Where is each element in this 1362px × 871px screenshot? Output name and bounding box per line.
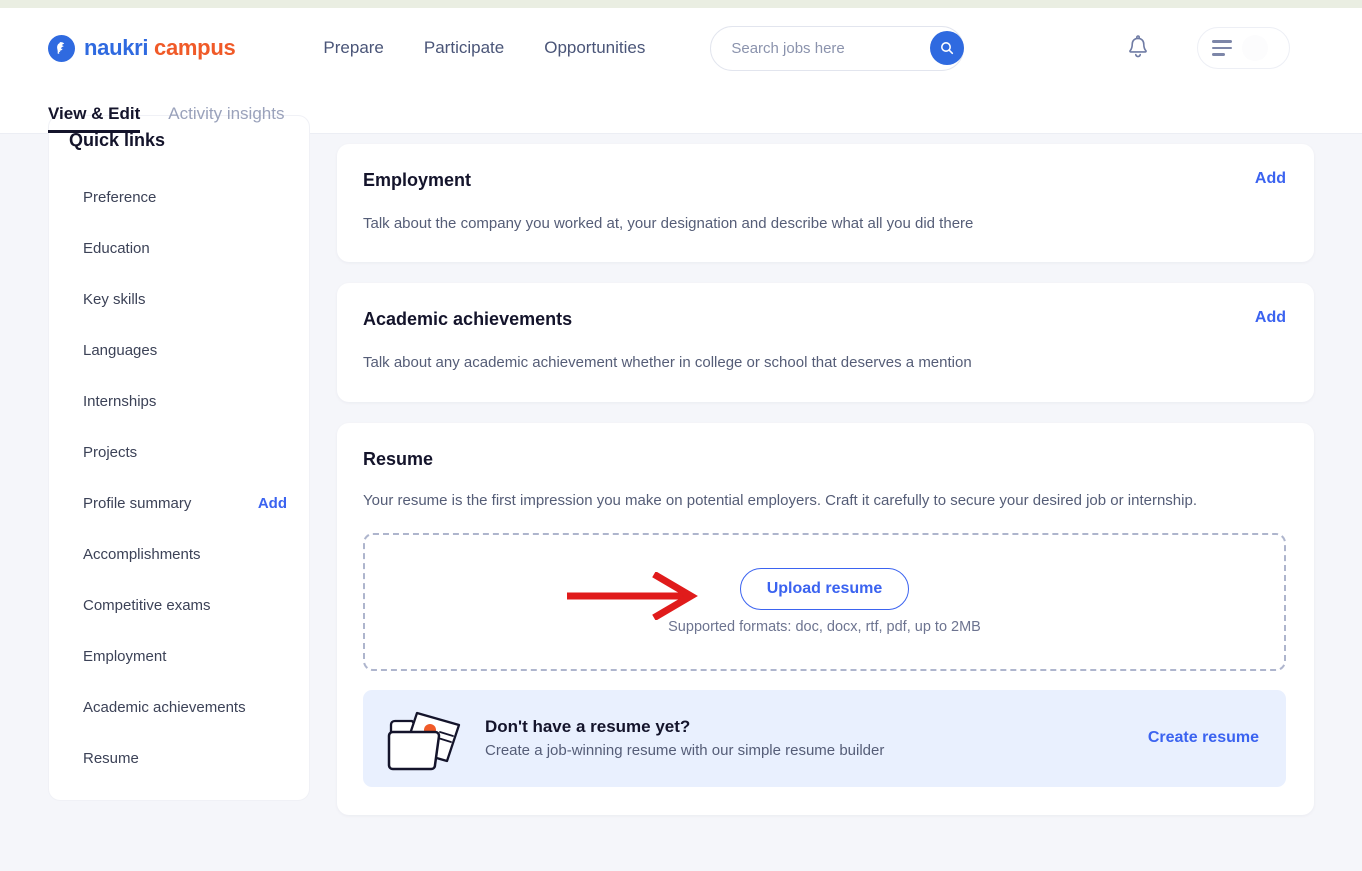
search-icon	[941, 42, 954, 55]
resume-builder-promo: Don't have a resume yet? Create a job-wi…	[363, 689, 1286, 787]
sidebar-item-internships[interactable]: Internships	[49, 376, 309, 427]
card-header: Academic achievements Add	[363, 309, 1286, 330]
sidebar-item-projects[interactable]: Projects	[49, 427, 309, 478]
sidebar-item-languages[interactable]: Languages	[49, 325, 309, 376]
nav-item-opportunities[interactable]: Opportunities	[544, 38, 645, 58]
site-header: naukri campus Prepare Participate Opport…	[0, 8, 1362, 88]
sidebar-item-label: Internships	[83, 393, 157, 410]
card-title: Academic achievements	[363, 309, 573, 330]
brand-logo[interactable]: naukri campus	[48, 34, 236, 62]
sidebar-item-label: Competitive exams	[83, 597, 211, 614]
sidebar-item-academic-achievements[interactable]: Academic achievements	[49, 682, 309, 733]
brand-name: naukri campus	[84, 35, 236, 61]
sidebar-item-accomplishments[interactable]: Accomplishments	[49, 529, 309, 580]
hamburger-icon	[1212, 40, 1232, 56]
sidebar-title: Quick links	[69, 130, 166, 150]
sidebar-item-resume[interactable]: Resume	[49, 733, 309, 784]
folder-document-icon	[387, 712, 461, 771]
card-description: Your resume is the first impression you …	[363, 491, 1197, 509]
nav-item-prepare[interactable]: Prepare	[323, 38, 383, 58]
promo-text-block: Don't have a resume yet? Create a job-wi…	[485, 717, 884, 759]
search-input[interactable]	[731, 39, 931, 57]
sidebar-item-label: Resume	[83, 750, 139, 767]
supported-formats-text: Supported formats: doc, docx, rtf, pdf, …	[668, 619, 981, 636]
sidebar-item-competitive-exams[interactable]: Competitive exams	[49, 580, 309, 631]
sidebar-item-label: Languages	[83, 342, 158, 359]
brand-name-second: campus	[154, 35, 236, 60]
sidebar-item-education[interactable]: Education	[49, 223, 309, 274]
card-description: Talk about any academic achievement whet…	[363, 354, 972, 372]
top-accent-strip	[0, 0, 1362, 8]
notifications-button[interactable]	[1123, 33, 1153, 63]
sidebar-item-employment[interactable]: Employment	[49, 631, 309, 682]
main-content: Employment Add Talk about the company yo…	[337, 134, 1314, 871]
header-actions	[1123, 27, 1338, 69]
profile-tabs: View & Edit Activity insights	[0, 88, 1362, 134]
sidebar-item-label: Academic achievements	[83, 699, 246, 716]
primary-nav: Prepare Participate Opportunities	[323, 38, 645, 58]
sidebar-add-profile-summary[interactable]: Add	[258, 495, 287, 512]
sidebar-item-label: Projects	[83, 444, 138, 461]
add-academic-achievements-button[interactable]: Add	[1255, 309, 1286, 327]
sidebar-item-label: Employment	[83, 648, 167, 665]
search-button[interactable]	[930, 31, 965, 65]
page-body: Quick links Preference Education Key ski…	[0, 115, 1362, 871]
card-header: Resume	[363, 449, 1286, 470]
tab-view-and-edit[interactable]: View & Edit	[48, 104, 141, 133]
card-title: Resume	[363, 448, 434, 469]
academic-achievements-card: Academic achievements Add Talk about any…	[337, 283, 1314, 402]
card-title: Employment	[363, 170, 472, 190]
resume-dropzone[interactable]: Upload resume Supported formats: doc, do…	[363, 532, 1286, 671]
create-resume-button[interactable]: Create resume	[1148, 729, 1259, 747]
bell-icon	[1129, 35, 1147, 58]
profile-menu-button[interactable]	[1197, 27, 1290, 69]
search-bar[interactable]	[710, 25, 965, 71]
sidebar-item-profile-summary[interactable]: Profile summary Add	[49, 478, 309, 529]
brand-name-first: naukri	[84, 35, 149, 60]
avatar	[1242, 35, 1268, 61]
nav-item-participate[interactable]: Participate	[424, 38, 504, 58]
card-description: Talk about the company you worked at, yo…	[363, 215, 974, 232]
quick-links-sidebar: Quick links Preference Education Key ski…	[48, 115, 310, 801]
sidebar-item-label: Key skills	[83, 291, 146, 308]
upload-resume-button[interactable]: Upload resume	[739, 568, 910, 611]
naukri-bird-logo-icon	[48, 34, 75, 62]
sidebar-item-label: Preference	[83, 189, 157, 206]
sidebar-item-key-skills[interactable]: Key skills	[49, 274, 309, 325]
add-employment-button[interactable]: Add	[1255, 170, 1286, 188]
tab-activity-insights[interactable]: Activity insights	[168, 104, 284, 133]
promo-title: Don't have a resume yet?	[485, 717, 691, 737]
sidebar-item-preference[interactable]: Preference	[49, 172, 309, 223]
sidebar-item-label: Education	[83, 240, 150, 257]
red-arrow-annotation	[567, 571, 698, 620]
sidebar-item-label: Profile summary	[83, 495, 192, 512]
resume-card: Resume Your resume is the first impressi…	[337, 422, 1314, 815]
sidebar-item-label: Accomplishments	[83, 546, 201, 563]
employment-card: Employment Add Talk about the company yo…	[337, 144, 1314, 263]
promo-subtitle: Create a job-winning resume with our sim…	[485, 742, 885, 760]
card-header: Employment Add	[363, 170, 1286, 191]
